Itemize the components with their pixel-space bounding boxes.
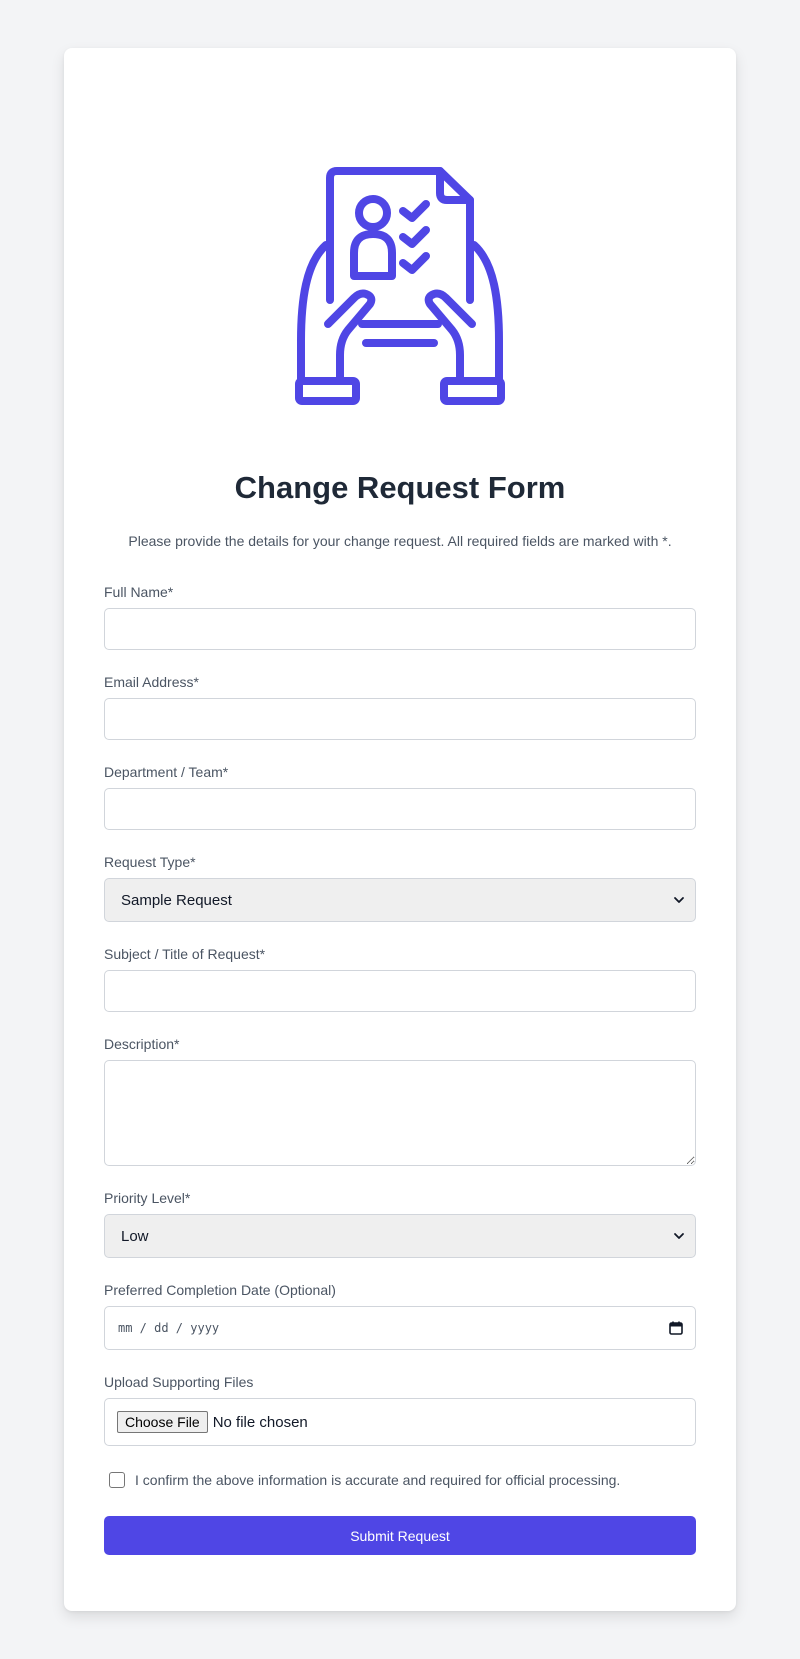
form-instructions: Please provide the details for your chan…	[128, 533, 672, 549]
file-status: No file chosen	[212, 1413, 308, 1431]
request-type-selected: Sample Request	[121, 891, 232, 909]
subject-input[interactable]	[104, 970, 696, 1012]
calendar-icon[interactable]	[669, 1321, 683, 1335]
description-textarea[interactable]	[104, 1060, 696, 1166]
chevron-down-icon	[674, 1233, 684, 1239]
completion-date-input[interactable]: mm / dd / yyyy	[104, 1306, 696, 1350]
date-placeholder: mm / dd / yyyy	[118, 1321, 220, 1335]
chevron-down-icon	[674, 897, 684, 903]
subject-label: Subject / Title of Request*	[104, 946, 266, 962]
priority-select[interactable]: Low	[104, 1214, 696, 1258]
request-type-select[interactable]: Sample Request	[104, 878, 696, 922]
department-label: Department / Team*	[104, 764, 229, 780]
file-upload-input[interactable]: Choose File No file chosen	[104, 1398, 696, 1446]
page-title: Change Request Form	[234, 470, 566, 505]
priority-label: Priority Level*	[104, 1190, 191, 1206]
form-card: Change Request Form Please provide the d…	[64, 48, 736, 1611]
confirm-checkbox[interactable]	[109, 1472, 125, 1488]
choose-file-button[interactable]: Choose File	[117, 1411, 208, 1433]
confirm-label: I confirm the above information is accur…	[135, 1472, 621, 1488]
full-name-input[interactable]	[104, 608, 696, 650]
department-input[interactable]	[104, 788, 696, 830]
priority-selected: Low	[121, 1227, 149, 1245]
upload-label: Upload Supporting Files	[104, 1374, 254, 1390]
completion-date-label: Preferred Completion Date (Optional)	[104, 1282, 336, 1298]
email-label: Email Address*	[104, 674, 199, 690]
email-input[interactable]	[104, 698, 696, 740]
description-label: Description*	[104, 1036, 180, 1052]
full-name-label: Full Name*	[104, 584, 174, 600]
document-hands-checklist-icon	[290, 128, 510, 408]
request-type-label: Request Type*	[104, 854, 196, 870]
submit-request-button[interactable]: Submit Request	[104, 1516, 696, 1555]
